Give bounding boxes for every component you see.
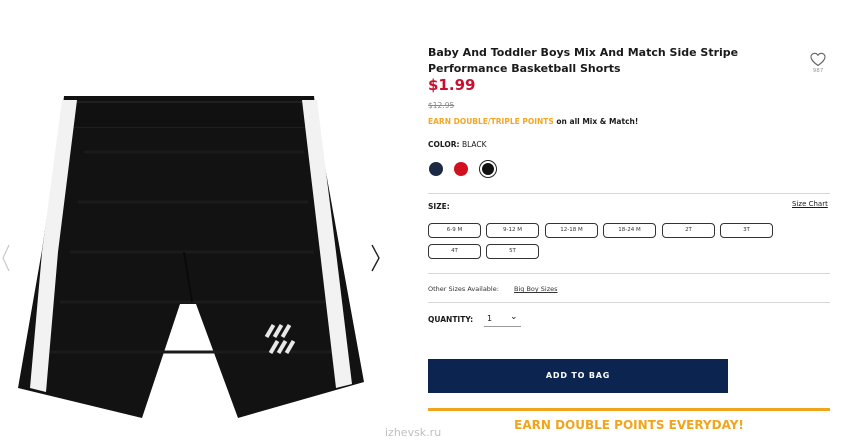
size-option[interactable]: 6-9 M bbox=[428, 223, 481, 238]
banner-accent-bar bbox=[428, 408, 830, 411]
gallery-next-arrow[interactable] bbox=[368, 243, 382, 273]
size-chart-link[interactable]: Size Chart bbox=[792, 200, 828, 208]
promo-text: EARN DOUBLE/TRIPLE POINTS on all Mix & M… bbox=[428, 117, 638, 126]
wishlist-button[interactable]: 987 bbox=[806, 52, 830, 78]
quantity-label: QUANTITY: bbox=[428, 315, 474, 324]
quantity-value: 1 bbox=[487, 314, 493, 323]
other-sizes-link[interactable]: Big Boy Sizes bbox=[514, 285, 558, 293]
size-label: SIZE: bbox=[428, 202, 450, 211]
size-option[interactable]: 9-12 M bbox=[486, 223, 539, 238]
size-option[interactable]: 4T bbox=[428, 244, 481, 259]
divider bbox=[428, 302, 830, 303]
promo-highlight: EARN DOUBLE/TRIPLE POINTS bbox=[428, 117, 554, 126]
swatch-fill bbox=[482, 163, 494, 175]
selected-color: BLACK bbox=[461, 140, 487, 149]
product-title: Baby And Toddler Boys Mix And Match Side… bbox=[428, 46, 739, 75]
color-label: COLOR: bbox=[428, 140, 460, 149]
size-option[interactable]: 5T bbox=[486, 244, 539, 259]
quantity-select[interactable]: 1 ⌄ bbox=[484, 312, 521, 327]
earn-points-banner: EARN DOUBLE POINTS EVERYDAY! bbox=[514, 418, 744, 432]
add-to-bag-button[interactable]: ADD TO BAG bbox=[428, 359, 728, 393]
gallery-prev-arrow[interactable] bbox=[0, 243, 12, 273]
sale-price: $1.99 bbox=[428, 76, 476, 94]
color-swatch-navy[interactable] bbox=[429, 162, 443, 176]
original-price: $12.95 bbox=[428, 101, 455, 110]
divider bbox=[428, 193, 830, 194]
color-swatch-black[interactable] bbox=[479, 160, 497, 178]
watermark: izhevsk.ru bbox=[385, 426, 442, 439]
color-label-row: COLOR: BLACK bbox=[428, 140, 487, 149]
promo-rest: on all Mix & Match! bbox=[553, 117, 639, 126]
size-option[interactable]: 3T bbox=[720, 223, 773, 238]
chevron-left-icon bbox=[2, 244, 10, 272]
product-image bbox=[18, 96, 364, 418]
size-option[interactable]: 2T bbox=[662, 223, 715, 238]
divider bbox=[428, 273, 830, 274]
size-option[interactable]: 12-18 M bbox=[545, 223, 598, 238]
size-option[interactable]: 18-24 M bbox=[603, 223, 656, 238]
chevron-down-icon: ⌄ bbox=[510, 312, 518, 322]
chevron-right-icon bbox=[371, 244, 380, 272]
heart-icon bbox=[810, 52, 826, 67]
wishlist-count: 987 bbox=[812, 68, 824, 74]
color-swatch-red[interactable] bbox=[454, 162, 468, 176]
other-sizes-label: Other Sizes Available: bbox=[428, 285, 499, 293]
